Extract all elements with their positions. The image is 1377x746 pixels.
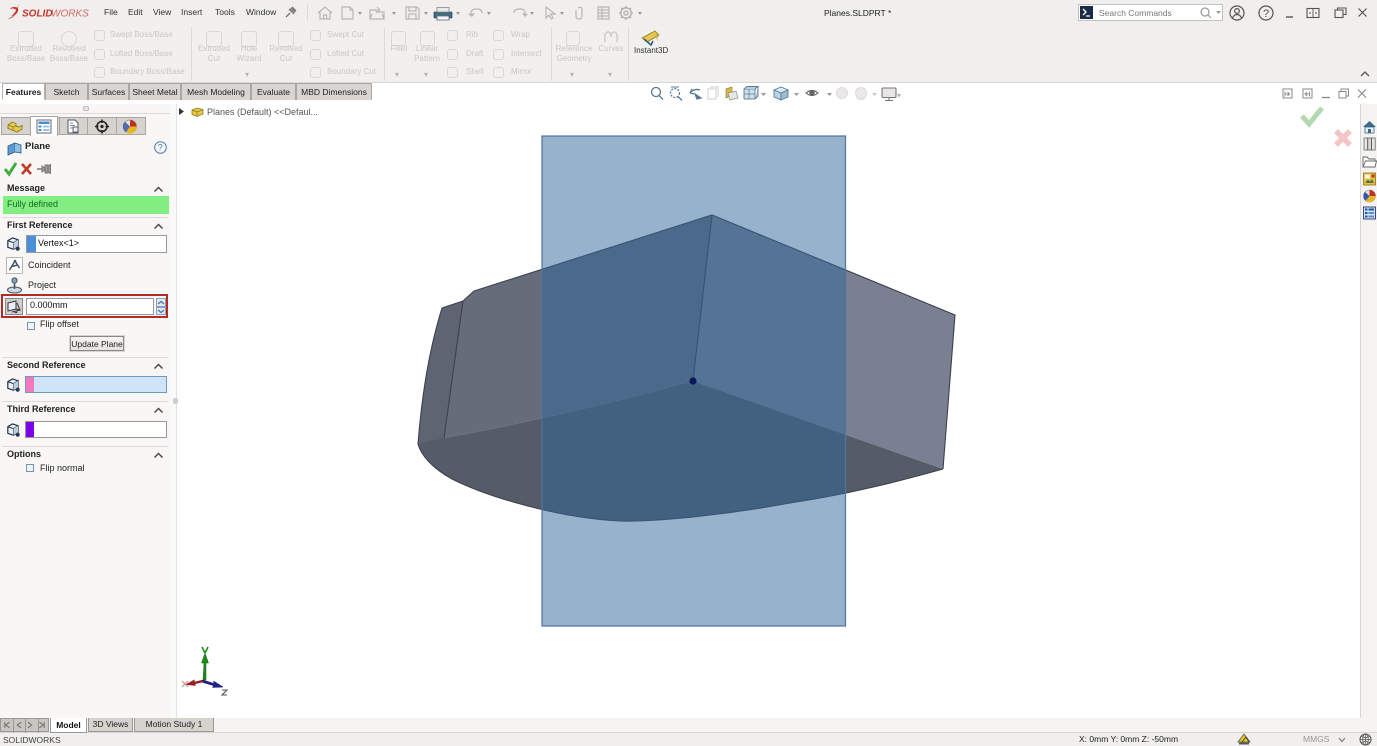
svg-text:SOLID: SOLID	[22, 9, 53, 20]
svg-text:?: ?	[158, 143, 163, 153]
svg-text:?: ?	[1263, 8, 1269, 20]
svg-text:WORKS: WORKS	[51, 9, 89, 20]
